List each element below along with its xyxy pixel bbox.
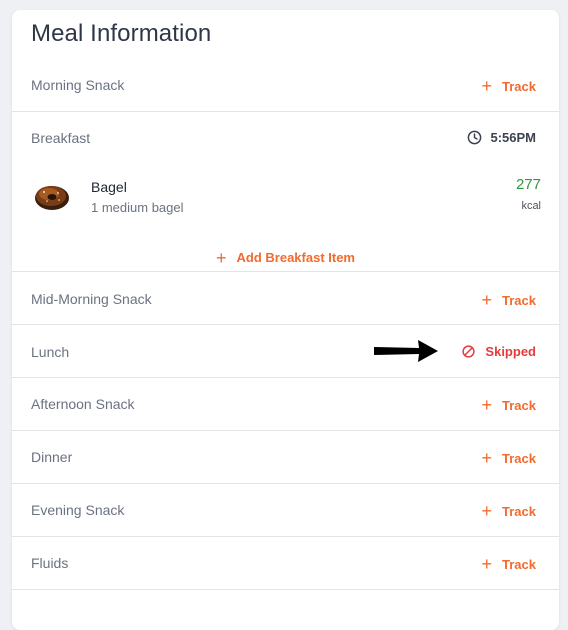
food-portion: 1 medium bagel xyxy=(91,200,184,215)
track-label: Track xyxy=(502,78,536,94)
plus-icon: + xyxy=(481,290,493,310)
plus-icon: + xyxy=(481,554,493,574)
plus-icon: + xyxy=(481,395,493,415)
track-fluids-button[interactable]: + Track xyxy=(482,555,537,573)
add-breakfast-item-button[interactable]: + Add Breakfast Item xyxy=(12,248,559,269)
plus-icon: + xyxy=(481,76,493,96)
meal-label: Fluids xyxy=(31,555,69,571)
meal-label: Lunch xyxy=(31,344,70,360)
meal-label: Breakfast xyxy=(31,130,91,146)
meal-label: Evening Snack xyxy=(31,502,125,518)
meal-label: Afternoon Snack xyxy=(31,396,135,412)
food-name: Bagel xyxy=(91,179,127,195)
bagel-icon xyxy=(35,186,69,210)
meal-time-value: 5:56PM xyxy=(490,130,536,145)
track-label: Track xyxy=(502,397,536,413)
track-afternoon-snack-button[interactable]: + Track xyxy=(482,396,537,414)
clock-icon xyxy=(468,130,482,145)
meal-row-dinner: Dinner + Track xyxy=(12,431,559,484)
meal-label: Morning Snack xyxy=(31,77,125,93)
plus-icon: + xyxy=(481,448,493,468)
prohibit-icon xyxy=(462,345,476,358)
track-evening-snack-button[interactable]: + Track xyxy=(482,502,537,520)
food-item-bagel[interactable]: Bagel 1 medium bagel 277 kcal xyxy=(12,174,559,224)
track-mid-morning-snack-button[interactable]: + Track xyxy=(482,291,537,309)
track-label: Track xyxy=(502,556,536,572)
meal-row-mid-morning-snack: Mid-Morning Snack + Track xyxy=(12,272,559,325)
plus-icon: + xyxy=(481,501,493,521)
meal-row-fluids: Fluids + Track xyxy=(12,537,559,590)
meal-time: 5:56PM xyxy=(467,130,536,145)
calorie-value: 277 xyxy=(515,176,541,193)
meal-row-evening-snack: Evening Snack + Track xyxy=(12,484,559,537)
add-item-label: Add Breakfast Item xyxy=(236,250,355,265)
card-title: Meal Information xyxy=(31,20,212,47)
arrow-right-icon xyxy=(374,340,438,362)
meal-row-lunch: Lunch Skipped xyxy=(12,325,559,378)
track-label: Track xyxy=(502,503,536,519)
meal-label: Dinner xyxy=(31,449,73,465)
track-label: Track xyxy=(502,450,536,466)
meal-row-breakfast: Breakfast 5:56PM Bagel 1 medium bagel 27… xyxy=(12,112,559,272)
calorie-unit: kcal xyxy=(521,200,541,212)
plus-icon: + xyxy=(216,248,227,268)
meal-information-card: Meal Information Morning Snack + Track B… xyxy=(12,10,559,630)
skipped-label: Skipped xyxy=(485,344,536,359)
meal-row-morning-snack: Morning Snack + Track xyxy=(12,62,559,112)
track-label: Track xyxy=(502,292,536,308)
track-morning-snack-button[interactable]: + Track xyxy=(482,77,537,95)
track-dinner-button[interactable]: + Track xyxy=(482,449,537,467)
skipped-lunch-button[interactable]: Skipped xyxy=(462,344,536,359)
meal-row-afternoon-snack: Afternoon Snack + Track xyxy=(12,378,559,431)
meal-label: Mid-Morning Snack xyxy=(31,291,152,307)
